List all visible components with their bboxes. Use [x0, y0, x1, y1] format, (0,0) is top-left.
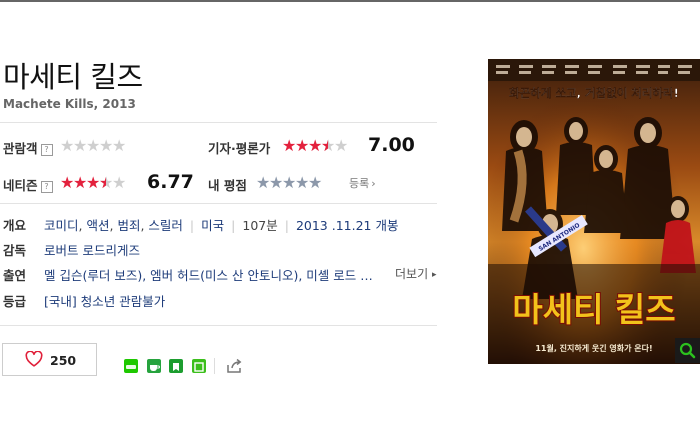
- genre-link[interactable]: 스릴러: [148, 218, 183, 233]
- netizen-rating-label: 네티즌?: [3, 175, 53, 194]
- star-icon: ★: [282, 136, 296, 155]
- audience-stars: ★★★★★: [60, 136, 126, 155]
- grade-link[interactable]: [국내] 청소년 관람불가: [44, 291, 165, 310]
- register-rating-link[interactable]: 등록 ›: [349, 175, 376, 191]
- star-half-icon: ★: [99, 175, 113, 192]
- help-icon[interactable]: ?: [40, 181, 53, 193]
- genre-link[interactable]: 범죄: [117, 218, 140, 233]
- zoom-button[interactable]: [675, 338, 700, 363]
- star-icon: ★: [112, 136, 126, 155]
- critic-stars: ★★★★ ★: [282, 136, 348, 155]
- separator: |: [284, 218, 289, 233]
- overview-value: 코미디, 액션, 범죄, 스릴러 | 미국 | 107분 | 2013 .11.21 개봉: [44, 215, 398, 234]
- grade-label: 등급: [3, 294, 27, 309]
- share-blog-icon[interactable]: [192, 359, 206, 373]
- genre-link[interactable]: 코미디: [44, 218, 79, 233]
- poster-image: 화끈하게 쏘고, 거침없이 처리하라! SAN ANTONIO 마세티 킬즈 1…: [488, 59, 700, 364]
- share-cafe-icon[interactable]: [147, 359, 161, 373]
- divider: [0, 122, 437, 123]
- critic-rating-label: 기자·평론가: [208, 141, 271, 156]
- poster-tagline: 화끈하게 쏘고, 거침없이 처리하라!: [509, 86, 679, 100]
- overview-label: 개요: [3, 218, 27, 233]
- my-rating-label: 내 평점: [208, 178, 247, 193]
- director-label: 감독: [3, 243, 27, 258]
- divider: [0, 203, 437, 204]
- share-icon[interactable]: [225, 357, 243, 375]
- star-icon[interactable]: ★: [308, 175, 322, 191]
- star-icon[interactable]: ★: [269, 175, 283, 191]
- divider: [214, 358, 215, 374]
- star-icon: ★: [112, 173, 126, 192]
- star-icon: ★: [295, 136, 309, 155]
- original-title: Machete Kills, 2013: [3, 97, 136, 111]
- netizen-stars: ★★★★ ★: [60, 173, 126, 192]
- share-bookmark-icon[interactable]: [169, 359, 183, 373]
- audience-label-text: 관람객: [3, 141, 38, 156]
- star-icon: ★: [99, 136, 113, 155]
- triangle-right-icon: ▸: [431, 270, 437, 280]
- chevron-right-icon: ›: [371, 177, 376, 190]
- separator: |: [231, 218, 236, 233]
- star-icon: ★: [73, 173, 87, 192]
- like-button[interactable]: 250: [2, 343, 97, 376]
- star-icon: ★: [334, 136, 348, 155]
- star-icon: ★: [60, 136, 74, 155]
- share-band-icon[interactable]: [124, 359, 138, 373]
- like-count: 250: [50, 353, 77, 368]
- star-half-icon: ★: [321, 138, 335, 155]
- poster-title: 마세티 킬즈: [512, 290, 675, 329]
- star-icon: ★: [86, 173, 100, 192]
- star-icon[interactable]: ★: [256, 175, 270, 191]
- country-link[interactable]: 미국: [201, 218, 224, 233]
- star-icon: ★: [308, 136, 322, 155]
- runtime: 107분: [242, 218, 278, 233]
- more-label: 더보기: [395, 267, 429, 281]
- cast-label: 출연: [3, 268, 27, 283]
- star-icon: ★: [86, 136, 100, 155]
- poster-release-line: 11월, 진지하게 웃긴 영화가 온다!: [535, 343, 652, 353]
- my-rating-stars[interactable]: ★★★★★: [256, 175, 322, 191]
- register-label: 등록: [349, 177, 370, 190]
- critic-score: 7.00: [368, 134, 415, 156]
- more-cast-link[interactable]: 더보기 ▸: [395, 265, 436, 282]
- help-icon[interactable]: ?: [40, 144, 53, 156]
- audience-rating-label: 관람객?: [3, 138, 53, 157]
- release-date-link[interactable]: 2013 .11.21 개봉: [296, 218, 399, 233]
- cast-list[interactable]: 멜 깁슨(루더 보즈), 엠버 허드(미스 산 안토니오), 미셸 로드 …: [44, 265, 386, 284]
- genre-link[interactable]: 액션: [86, 218, 109, 233]
- director-link[interactable]: 로버트 로드리게즈: [44, 240, 140, 259]
- separator: |: [189, 218, 195, 233]
- star-icon[interactable]: ★: [282, 175, 296, 191]
- star-icon: ★: [73, 136, 87, 155]
- star-icon: ★: [60, 173, 74, 192]
- page-title: 마세티 킬즈: [3, 60, 143, 94]
- zoom-icon: [679, 342, 696, 359]
- heart-icon: [25, 351, 43, 367]
- top-border: [0, 0, 700, 2]
- movie-poster[interactable]: 화끈하게 쏘고, 거침없이 처리하라! SAN ANTONIO 마세티 킬즈 1…: [488, 59, 700, 364]
- netizen-score: 6.77: [147, 171, 194, 193]
- netizen-label-text: 네티즌: [3, 178, 38, 193]
- divider: [0, 325, 437, 326]
- star-icon[interactable]: ★: [295, 175, 309, 191]
